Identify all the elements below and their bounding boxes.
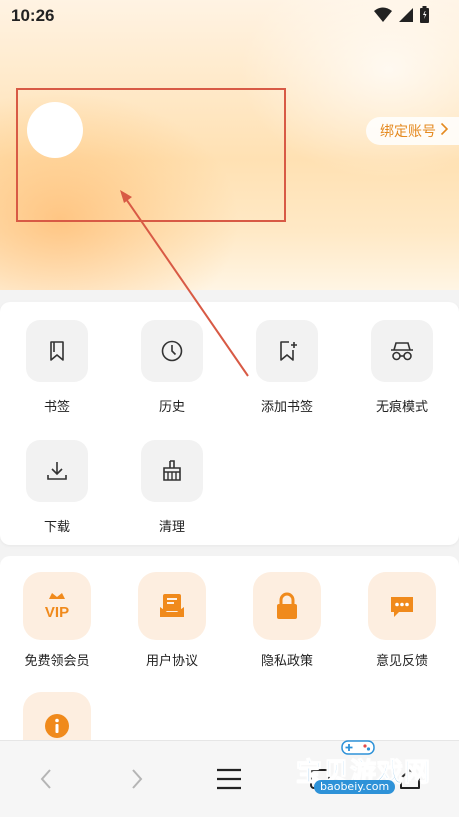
service-user-agreement[interactable]: 用户协议 (122, 572, 222, 669)
tool-bookmarks[interactable]: 书签 (12, 320, 102, 415)
lock-icon (253, 572, 321, 640)
battery-icon (420, 6, 429, 23)
vip-crown-icon: VIP (23, 572, 91, 640)
chevron-right-icon (440, 122, 449, 140)
wifi-icon (374, 7, 392, 23)
service-privacy-policy[interactable]: 隐私政策 (237, 572, 337, 669)
annotation-highlight-box (16, 88, 286, 222)
service-feedback[interactable]: 意见反馈 (352, 572, 452, 669)
signal-icon (398, 7, 414, 23)
agreement-icon (138, 572, 206, 640)
feedback-icon (368, 572, 436, 640)
status-icons (374, 6, 429, 23)
back-button[interactable] (26, 759, 66, 799)
forward-button[interactable] (117, 759, 157, 799)
tool-label: 无痕模式 (375, 400, 428, 415)
history-icon (141, 320, 203, 382)
broom-icon (141, 440, 203, 502)
status-bar: 10:26 (0, 0, 459, 32)
status-time: 10:26 (11, 6, 55, 25)
chevron-left-icon (40, 769, 51, 789)
tool-label: 添加书签 (260, 400, 313, 415)
add-bookmark-icon (256, 320, 318, 382)
hamburger-menu-icon (217, 768, 241, 790)
incognito-icon (371, 320, 433, 382)
tool-add-bookmark[interactable]: 添加书签 (242, 320, 332, 415)
tool-label: 下载 (43, 520, 70, 535)
tool-clean[interactable]: 清理 (127, 440, 217, 535)
vip-badge-text: VIP (45, 604, 69, 621)
service-label: 意见反馈 (375, 654, 428, 669)
menu-button[interactable] (209, 759, 249, 799)
service-label: 用户协议 (145, 654, 198, 669)
service-label: 隐私政策 (260, 654, 313, 669)
tool-label: 书签 (43, 400, 70, 415)
bookmark-icon (26, 320, 88, 382)
service-free-vip[interactable]: VIP 免费领会员 (7, 572, 107, 669)
tool-label: 清理 (158, 520, 185, 535)
tool-incognito[interactable]: 无痕模式 (357, 320, 447, 415)
service-label: 免费领会员 (24, 654, 90, 669)
chevron-right-icon (132, 769, 143, 789)
tool-download[interactable]: 下载 (12, 440, 102, 535)
tool-label: 历史 (158, 400, 185, 415)
download-icon (26, 440, 88, 502)
bind-account-label: 绑定账号 (380, 124, 436, 140)
tool-history[interactable]: 历史 (127, 320, 217, 415)
watermark-logo: 宝贝游戏网 baobeiy.com (292, 738, 452, 808)
watermark-url: baobeiy.com (314, 780, 396, 794)
bind-account-button[interactable]: 绑定账号 (366, 117, 459, 145)
